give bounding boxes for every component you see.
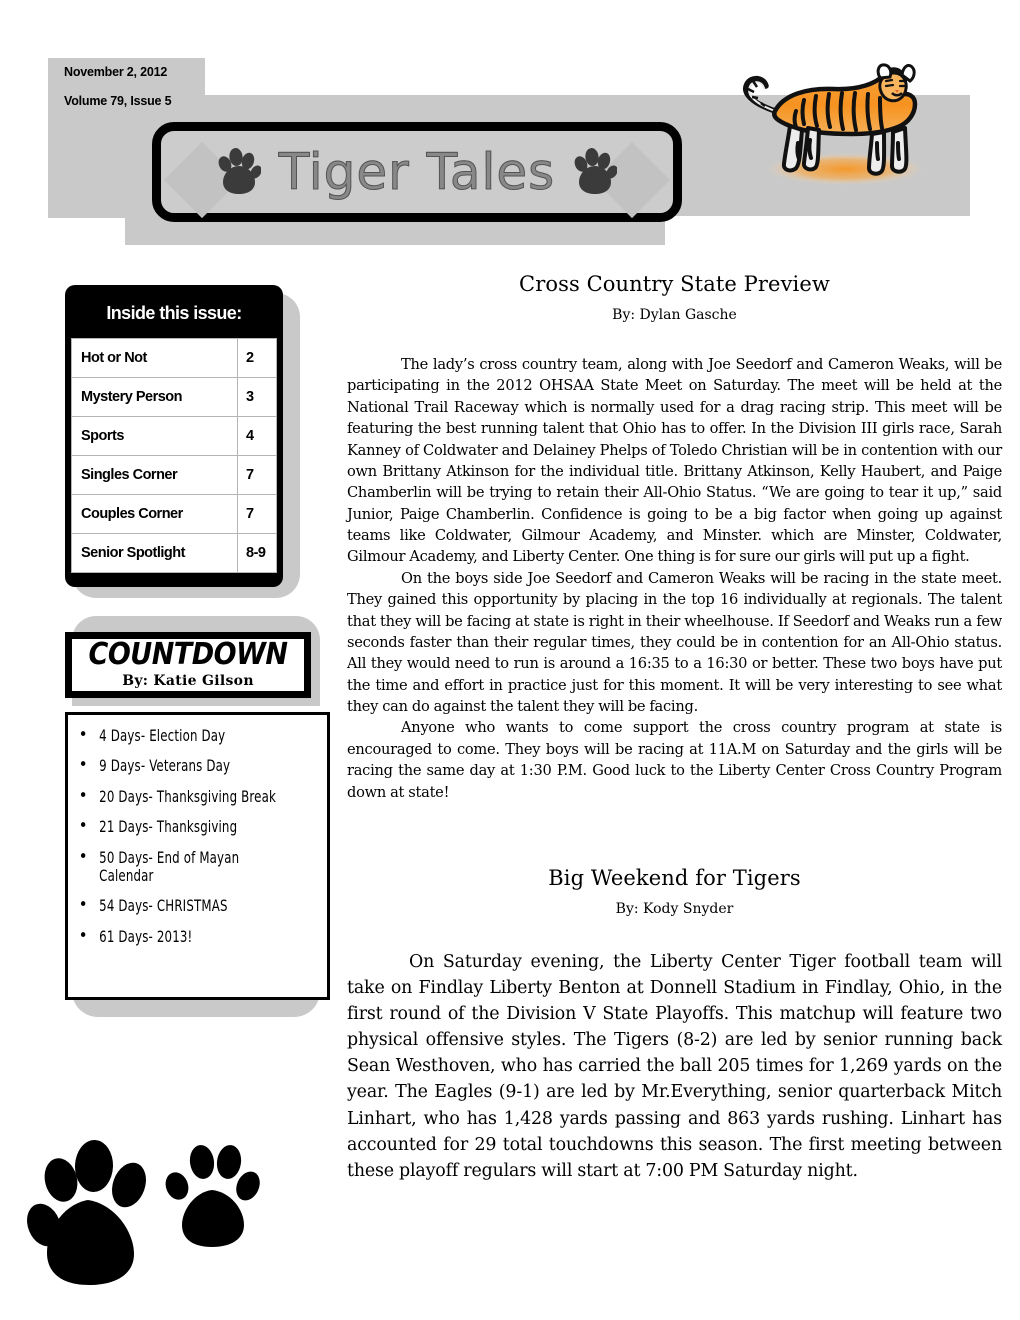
list-item: 50 Days- End of Mayan Calendar <box>68 848 280 886</box>
article-body: The lady’s cross country team, along wit… <box>347 354 1002 803</box>
paw-print-icon <box>165 1145 260 1247</box>
table-row: Hot or Not 2 <box>71 338 277 378</box>
newsletter-header: November 2, 2012 Volume 79, Issue 5 Tige… <box>0 0 1020 252</box>
section-name: Couples Corner <box>71 494 238 534</box>
table-row: Mystery Person 3 <box>71 377 277 417</box>
article-body: On Saturday evening, the Liberty Center … <box>347 949 1002 1184</box>
table-row: Couples Corner 7 <box>71 494 277 534</box>
section-name: Hot or Not <box>71 338 238 378</box>
inside-this-issue-box: Inside this issue: Hot or Not 2 Mystery … <box>65 285 283 587</box>
article-paragraph: On Saturday evening, the Liberty Center … <box>347 951 1002 1181</box>
table-row: Sports 4 <box>71 416 277 456</box>
countdown-list: 4 Days- Election Day 9 Days- Veterans Da… <box>68 726 327 946</box>
list-item: 9 Days- Veterans Day <box>68 756 280 775</box>
section-page: 2 <box>237 338 277 378</box>
list-item: 20 Days- Thanksgiving Break <box>68 787 280 806</box>
article-paragraph: The lady’s cross country team, along wit… <box>347 356 1002 566</box>
masthead-plaque: Tiger Tales <box>152 122 682 222</box>
section-page: 4 <box>237 416 277 456</box>
list-item: 61 Days- 2013! <box>68 927 280 946</box>
list-item: 4 Days- Election Day <box>68 726 280 745</box>
masthead-title: Tiger Tales <box>275 147 559 198</box>
article-headline: Cross Country State Preview <box>519 272 830 296</box>
section-name: Singles Corner <box>71 455 238 495</box>
article-byline: By: Kody Snyder <box>615 900 734 917</box>
section-page: 7 <box>237 494 277 534</box>
section-page: 8-9 <box>237 533 277 573</box>
article-paragraph: On the boys side Joe Seedorf and Cameron… <box>347 569 1002 715</box>
article-cross-country: Cross Country State Preview By: Dylan Ga… <box>347 272 1002 803</box>
countdown-byline: By: Katie Gilson <box>122 673 254 689</box>
section-name: Mystery Person <box>71 377 238 417</box>
tiger-mascot-icon <box>712 48 960 200</box>
paw-print-icon <box>27 1140 146 1285</box>
article-column: Cross Country State Preview By: Dylan Ga… <box>347 272 1002 1184</box>
article-big-weekend: Big Weekend for Tigers By: Kody Snyder O… <box>347 866 1002 1184</box>
table-row: Senior Spotlight 8-9 <box>71 533 277 573</box>
countdown-title: COUNTDOWN <box>88 637 288 672</box>
issue-volume: Volume 79, Issue 5 <box>64 94 172 108</box>
footer-paw-prints <box>22 1128 282 1308</box>
list-item: 21 Days- Thanksgiving <box>68 817 280 836</box>
table-row: Singles Corner 7 <box>71 455 277 495</box>
section-page: 7 <box>237 455 277 495</box>
section-name: Senior Spotlight <box>71 533 238 573</box>
inside-issue-table: Hot or Not 2 Mystery Person 3 Sports 4 S… <box>71 338 277 573</box>
inside-issue-title: Inside this issue: <box>106 303 242 323</box>
paw-print-icon <box>573 148 618 196</box>
section-page: 3 <box>237 377 277 417</box>
article-byline: By: Dylan Gasche <box>612 307 737 323</box>
article-paragraph: Anyone who wants to come support the cro… <box>347 719 1002 801</box>
article-headline: Big Weekend for Tigers <box>548 865 801 890</box>
list-item: 54 Days- CHRISTMAS <box>68 896 280 915</box>
section-name: Sports <box>71 416 238 456</box>
issue-date: November 2, 2012 <box>64 65 168 79</box>
countdown-header-box: COUNTDOWN By: Katie Gilson <box>65 632 311 698</box>
countdown-list-box: 4 Days- Election Day 9 Days- Veterans Da… <box>65 712 330 1000</box>
paw-print-icon <box>217 148 262 196</box>
